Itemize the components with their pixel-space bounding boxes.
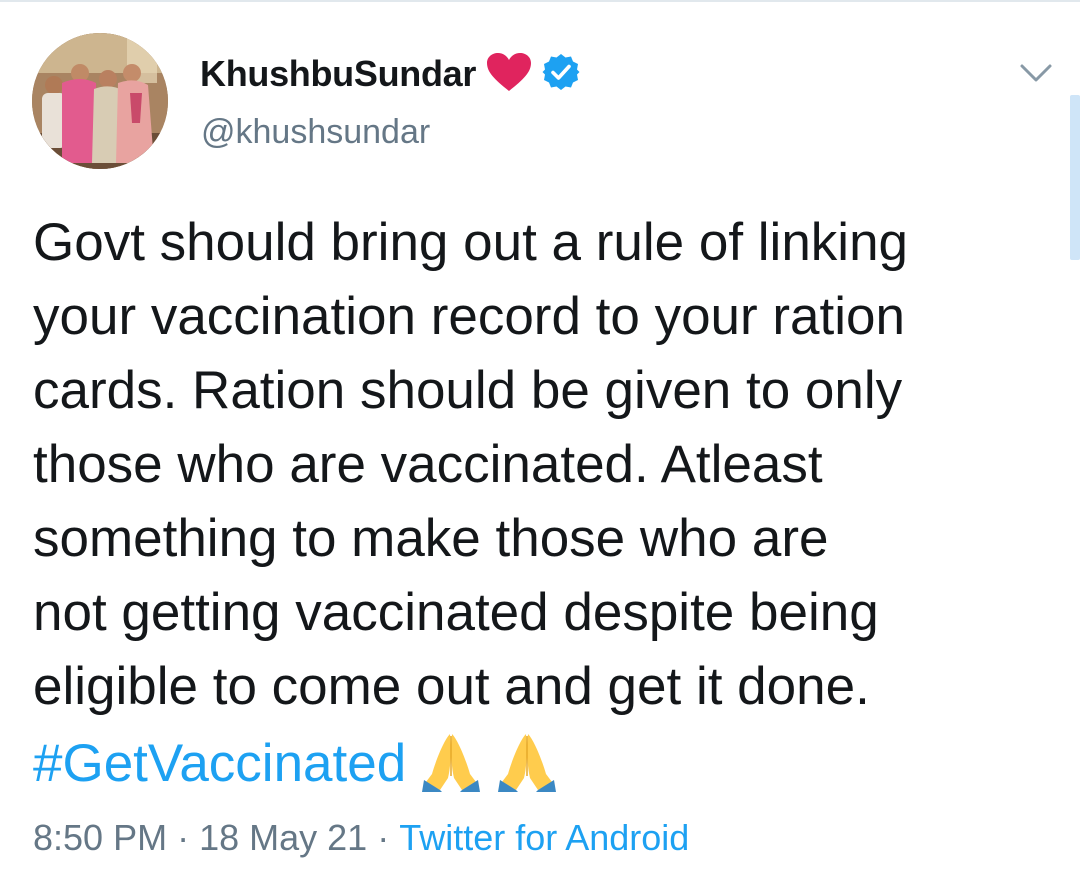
tweet-time: 8:50 PM xyxy=(33,817,168,858)
tweet-text-line: not getting vaccinated despite being xyxy=(33,583,879,642)
meta-separator: · xyxy=(377,817,390,858)
verified-badge-icon xyxy=(542,53,580,96)
tweet-date: 18 May 21 xyxy=(199,817,368,858)
tweet-text-line: those who are vaccinated. Atleast xyxy=(33,435,823,494)
top-divider xyxy=(0,0,1080,2)
tweet-text-line: cards. Ration should be given to only xyxy=(33,361,903,420)
display-name-row[interactable]: KhushbuSundar xyxy=(200,50,580,98)
red-heart-icon xyxy=(486,52,532,97)
display-name[interactable]: KhushbuSundar xyxy=(200,53,476,95)
tweet-text-line: Govt should bring out a rule of linking xyxy=(33,213,909,272)
tweet-source-link[interactable]: Twitter for Android xyxy=(399,817,689,859)
tweet-text-line: something to make those who are xyxy=(33,509,829,568)
tweet-text-line: eligible to come out and get it done. xyxy=(33,657,870,716)
user-handle[interactable]: @khushsundar xyxy=(201,113,430,152)
hashtag-row: #GetVaccinated xyxy=(33,726,558,800)
avatar-photo xyxy=(32,33,168,169)
folded-hands-icon xyxy=(496,730,558,797)
meta-separator: · xyxy=(177,817,190,858)
folded-hands-icon xyxy=(420,730,482,797)
tweet-text-line: your vaccination record to your ration xyxy=(33,287,905,346)
chevron-down-icon[interactable] xyxy=(1016,58,1056,88)
scrollbar[interactable] xyxy=(1070,95,1080,260)
tweet-meta: 8:50 PM · 18 May 21 · Twitter for Androi… xyxy=(33,813,689,863)
tweet-text: Govt should bring out a rule of linking … xyxy=(33,206,1033,724)
hashtag-link[interactable]: #GetVaccinated xyxy=(33,733,406,794)
avatar[interactable] xyxy=(32,33,168,169)
